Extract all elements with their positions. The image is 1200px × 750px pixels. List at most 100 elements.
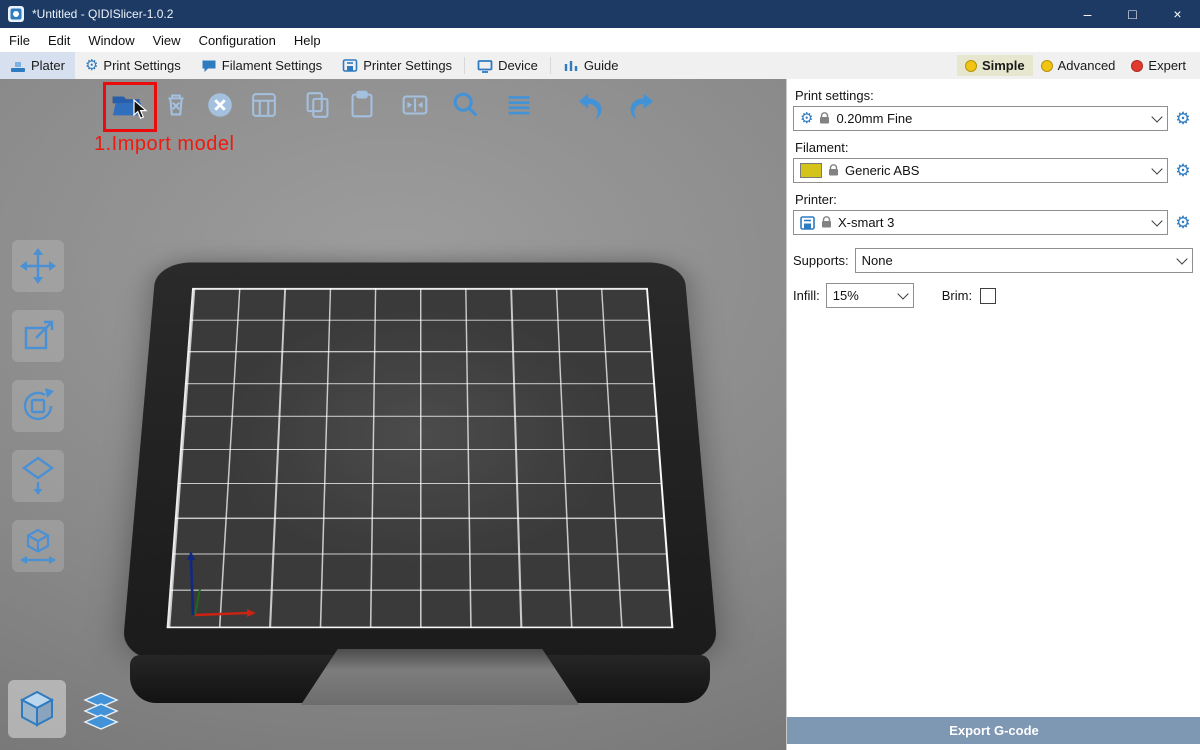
menu-view[interactable]: View <box>144 28 190 52</box>
redo-button[interactable] <box>621 86 659 124</box>
menu-file[interactable]: File <box>0 28 39 52</box>
filament-select[interactable]: Generic ABS <box>793 158 1168 183</box>
chevron-down-icon <box>1151 163 1162 174</box>
layers-view-icon <box>79 689 123 733</box>
window-controls: – □ × <box>1065 0 1200 28</box>
split-icon <box>398 88 432 122</box>
menu-help[interactable]: Help <box>285 28 330 52</box>
annotation-text: 1.Import model <box>94 133 234 156</box>
print-settings-select[interactable]: ⚙ 0.20mm Fine <box>793 106 1168 131</box>
print-settings-gear-button[interactable]: ⚙ <box>1173 110 1193 127</box>
menu-configuration[interactable]: Configuration <box>190 28 285 52</box>
layers-view-button[interactable] <box>76 686 126 736</box>
rotate-icon <box>16 384 60 428</box>
tabbar: Plater ⚙ Print Settings Filament Setting… <box>0 52 1200 80</box>
mode-expert[interactable]: Expert <box>1123 55 1194 76</box>
brim-checkbox[interactable] <box>980 288 996 304</box>
mode-simple-label: Simple <box>982 58 1025 73</box>
3d-view-button[interactable] <box>8 680 66 738</box>
lock-icon <box>821 216 832 229</box>
search-button[interactable] <box>447 86 485 124</box>
tab-guide-label: Guide <box>584 58 619 73</box>
expert-mode-dot-icon <box>1131 60 1143 72</box>
mode-switcher: Simple Advanced Expert <box>957 52 1200 79</box>
minimize-button[interactable]: – <box>1065 0 1110 28</box>
menu-window[interactable]: Window <box>79 28 143 52</box>
paste-button[interactable] <box>343 86 381 124</box>
print-bed <box>140 169 700 729</box>
move-button[interactable] <box>12 240 64 292</box>
copy-button[interactable] <box>299 86 337 124</box>
tab-filament-settings-label: Filament Settings <box>222 58 322 73</box>
layers-list-button[interactable] <box>500 86 538 124</box>
supports-value: None <box>862 253 893 268</box>
filament-gear-button[interactable]: ⚙ <box>1173 162 1193 179</box>
print-settings-value: 0.20mm Fine <box>836 111 912 126</box>
paste-icon <box>345 88 379 122</box>
tab-plater-label: Plater <box>31 58 65 73</box>
infill-select[interactable]: 15% <box>826 283 914 308</box>
guide-icon <box>563 58 579 74</box>
tab-guide[interactable]: Guide <box>553 52 629 79</box>
delete-button[interactable] <box>157 86 195 124</box>
delete-all-button[interactable] <box>201 86 239 124</box>
tab-device[interactable]: Device <box>467 52 548 79</box>
tab-separator <box>550 57 551 74</box>
chevron-down-icon <box>1151 111 1162 122</box>
maximize-button[interactable]: □ <box>1110 0 1155 28</box>
place-on-face-icon <box>16 454 60 498</box>
scale-button[interactable] <box>12 310 64 362</box>
qidislicer-window: *Untitled - QIDISlicer-1.0.2 – □ × File … <box>0 0 1200 750</box>
chevron-down-icon <box>1176 253 1187 264</box>
move-icon <box>16 244 60 288</box>
mode-expert-label: Expert <box>1148 58 1186 73</box>
split-button[interactable] <box>396 86 434 124</box>
tab-printer-settings-label: Printer Settings <box>363 58 452 73</box>
measure-icon <box>16 524 60 568</box>
infill-value: 15% <box>833 288 859 303</box>
tab-separator <box>464 57 465 74</box>
printer-gear-button[interactable]: ⚙ <box>1173 214 1193 231</box>
mouse-cursor-icon <box>133 99 149 121</box>
undo-button[interactable] <box>573 86 611 124</box>
gear-icon: ⚙ <box>85 58 98 73</box>
measure-button[interactable] <box>12 520 64 572</box>
copy-icon <box>301 88 335 122</box>
advanced-mode-dot-icon <box>1041 60 1053 72</box>
3d-viewport[interactable]: 1.Import model <box>0 79 786 750</box>
chevron-down-icon <box>897 288 908 299</box>
workspace: 1.Import model <box>0 79 1200 750</box>
filament-color-swatch <box>800 163 822 178</box>
printer-icon <box>800 216 815 230</box>
supports-select[interactable]: None <box>855 248 1193 273</box>
printer-icon <box>342 58 358 74</box>
scale-icon <box>16 314 60 358</box>
arrange-button[interactable] <box>245 86 283 124</box>
titlebar: *Untitled - QIDISlicer-1.0.2 – □ × <box>0 0 1200 28</box>
printer-select[interactable]: X-smart 3 <box>793 210 1168 235</box>
menu-edit[interactable]: Edit <box>39 28 79 52</box>
tab-filament-settings[interactable]: Filament Settings <box>191 52 332 79</box>
delete-all-icon <box>203 88 237 122</box>
layers-list-icon <box>502 88 536 122</box>
place-on-face-button[interactable] <box>12 450 64 502</box>
filament-value: Generic ABS <box>845 163 919 178</box>
close-button[interactable]: × <box>1155 0 1200 28</box>
chevron-down-icon <box>1151 215 1162 226</box>
settings-sidebar: Print settings: ⚙ 0.20mm Fine ⚙ Filament… <box>786 79 1200 750</box>
mode-advanced[interactable]: Advanced <box>1033 55 1124 76</box>
rotate-button[interactable] <box>12 380 64 432</box>
mode-simple[interactable]: Simple <box>957 55 1033 76</box>
tab-print-settings-label: Print Settings <box>103 58 180 73</box>
device-icon <box>477 58 493 74</box>
tab-plater[interactable]: Plater <box>0 52 75 79</box>
printer-label: Printer: <box>795 192 1193 207</box>
tab-print-settings[interactable]: ⚙ Print Settings <box>75 52 191 79</box>
filament-icon <box>201 58 217 74</box>
delete-icon <box>159 88 193 122</box>
tab-printer-settings[interactable]: Printer Settings <box>332 52 462 79</box>
printer-value: X-smart 3 <box>838 215 894 230</box>
redo-icon <box>623 88 657 122</box>
print-settings-label: Print settings: <box>795 88 1193 103</box>
export-gcode-button[interactable]: Export G-code <box>787 717 1200 744</box>
